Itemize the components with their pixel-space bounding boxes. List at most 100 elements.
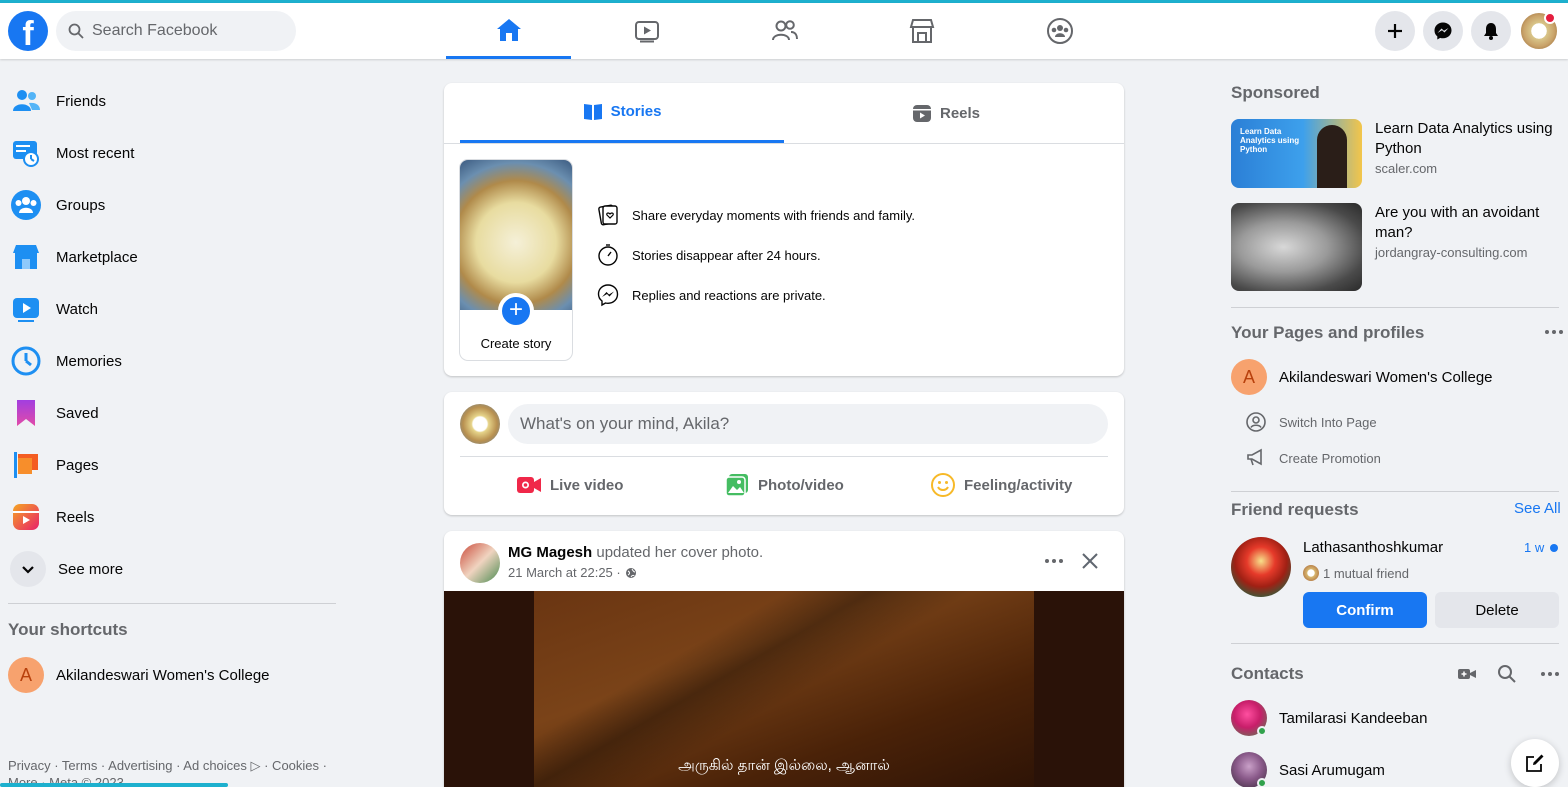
saved-icon [10, 397, 42, 429]
megaphone-icon [1247, 448, 1262, 466]
sidebar-item-label: Watch [56, 300, 98, 318]
stories-card: Stories Reels + Create story Share every… [444, 83, 1124, 376]
search-input[interactable] [92, 22, 272, 40]
create-story-label: Create story [480, 336, 552, 351]
nav-tab-home[interactable] [446, 3, 571, 59]
user-avatar[interactable] [460, 404, 500, 444]
contact-item[interactable]: Sasi Arumugam [1231, 752, 1385, 787]
sidebar-item-groups[interactable]: Groups [8, 179, 336, 231]
composer-input[interactable]: What's on your mind, Akila? [508, 404, 1108, 444]
post-timestamp[interactable]: 21 March at 22:25 · [508, 565, 637, 580]
shortcut-label: Akilandeswari Women's College [56, 666, 270, 684]
sponsored-title: Sponsored [1231, 83, 1320, 102]
unread-dot [1550, 544, 1558, 552]
requester-name[interactable]: Lathasanthoshkumar [1303, 539, 1443, 556]
create-story-card[interactable]: + Create story [460, 160, 572, 360]
right-divider [1231, 491, 1559, 492]
sidebar-item-saved[interactable]: Saved [8, 387, 336, 439]
post-author[interactable]: MG Magesh [508, 544, 592, 561]
friends-icon [10, 85, 42, 117]
notifications-button[interactable] [1471, 11, 1511, 51]
plus-icon[interactable]: + [498, 293, 534, 329]
switch-profile-icon [1246, 412, 1266, 432]
stopwatch-icon [598, 244, 618, 266]
sidebar-item-reels[interactable]: Reels [8, 491, 336, 543]
photo-video-button[interactable]: Photo/video [724, 470, 844, 500]
story-info-disappear: Stories disappear after 24 hours. [596, 243, 821, 267]
facebook-logo[interactable]: f [8, 11, 48, 51]
nav-tab-groups[interactable] [997, 3, 1122, 59]
requester-avatar[interactable] [1231, 537, 1291, 597]
home-icon [496, 18, 521, 41]
sidebar-item-friends[interactable]: Friends [8, 75, 336, 127]
sidebar-item-label: Groups [56, 196, 106, 214]
ad-item[interactable]: Learn Data Analytics using Python Learn … [1231, 119, 1568, 188]
story-info-private: Replies and reactions are private. [596, 283, 826, 307]
messenger-button[interactable] [1423, 11, 1463, 51]
sidebar-item-label: Marketplace [56, 248, 138, 266]
delete-button[interactable]: Delete [1435, 592, 1559, 628]
page-profile-item[interactable]: A Akilandeswari Women's College [1231, 359, 1493, 395]
sidebar-item-label: Memories [56, 352, 122, 370]
sidebar-item-most-recent[interactable]: Most recent [8, 127, 336, 179]
switch-into-page-button[interactable]: Switch Into Page [1245, 411, 1377, 433]
pages-icon [10, 449, 42, 481]
stories-divider [444, 143, 1124, 144]
story-info-text: Replies and reactions are private. [632, 287, 826, 303]
contacts-options-icon[interactable] [1541, 672, 1559, 676]
mutual-friends: 1 mutual friend [1303, 565, 1409, 581]
post-options-button[interactable] [1040, 549, 1068, 573]
pages-title: Your Pages and profiles [1231, 323, 1425, 342]
cover-photo[interactable]: அருகில் தான் இல்லை, ஆனால் [444, 591, 1124, 787]
story-info-share: Share everyday moments with friends and … [596, 203, 915, 227]
request-time: 1 w [1524, 540, 1545, 555]
contact-name: Sasi Arumugam [1279, 761, 1385, 779]
close-icon[interactable] [1078, 549, 1102, 573]
groups-icon [1046, 18, 1073, 44]
nav-tab-marketplace[interactable] [859, 3, 984, 59]
nav-tab-watch[interactable] [584, 3, 709, 59]
post-header-text: MG Magesh updated her cover photo. [508, 544, 763, 561]
author-avatar[interactable] [460, 543, 500, 583]
ad-image [1231, 203, 1362, 291]
sidebar-item-label: Pages [56, 456, 99, 474]
post-composer: What's on your mind, Akila? Live video P… [444, 392, 1124, 515]
contact-item[interactable]: Tamilarasi Kandeeban [1231, 700, 1427, 736]
mutual-text: 1 mutual friend [1323, 565, 1409, 581]
search-box[interactable] [56, 11, 296, 51]
sidebar-item-memories[interactable]: Memories [8, 335, 336, 387]
live-video-label: Live video [550, 476, 624, 494]
feed-post: MG Magesh updated her cover photo. 21 Ma… [444, 531, 1124, 787]
sidebar-item-marketplace[interactable]: Marketplace [8, 231, 336, 283]
tab-stories[interactable]: Stories [460, 83, 784, 143]
search-icon[interactable] [1497, 664, 1517, 684]
search-icon [68, 23, 84, 39]
nav-tab-friends[interactable] [722, 3, 847, 59]
see-all-link[interactable]: See All [1514, 500, 1561, 517]
ad-title: Are you with an avoidant man? [1375, 204, 1540, 241]
sidebar-item-label: Reels [56, 508, 95, 526]
watch-icon [634, 21, 659, 43]
confirm-button[interactable]: Confirm [1303, 592, 1427, 628]
sidebar-item-watch[interactable]: Watch [8, 283, 336, 335]
new-message-button[interactable] [1511, 739, 1559, 787]
tab-reels[interactable]: Reels [784, 83, 1108, 143]
page-avatar: A [8, 657, 44, 693]
post-time-text: 21 March at 22:25 · [508, 565, 621, 580]
switch-label: Switch Into Page [1279, 414, 1377, 430]
sidebar-see-more[interactable]: See more [8, 543, 336, 595]
video-call-icon[interactable] [1457, 664, 1477, 684]
tab-stories-label: Stories [610, 103, 662, 120]
live-video-button[interactable]: Live video [516, 470, 623, 500]
ad-person [1317, 125, 1347, 188]
marketplace-icon [909, 19, 934, 43]
ad-item[interactable]: Are you with an avoidant man? jordangray… [1231, 203, 1568, 291]
online-indicator [1257, 726, 1267, 736]
create-promotion-button[interactable]: Create Promotion [1245, 447, 1381, 469]
pages-options-icon[interactable] [1545, 330, 1563, 334]
create-button[interactable] [1375, 11, 1415, 51]
shortcut-item[interactable]: A Akilandeswari Women's College [8, 657, 270, 693]
feeling-activity-button[interactable]: Feeling/activity [930, 470, 1072, 500]
sidebar-item-pages[interactable]: Pages [8, 439, 336, 491]
photo-icon [725, 474, 748, 497]
